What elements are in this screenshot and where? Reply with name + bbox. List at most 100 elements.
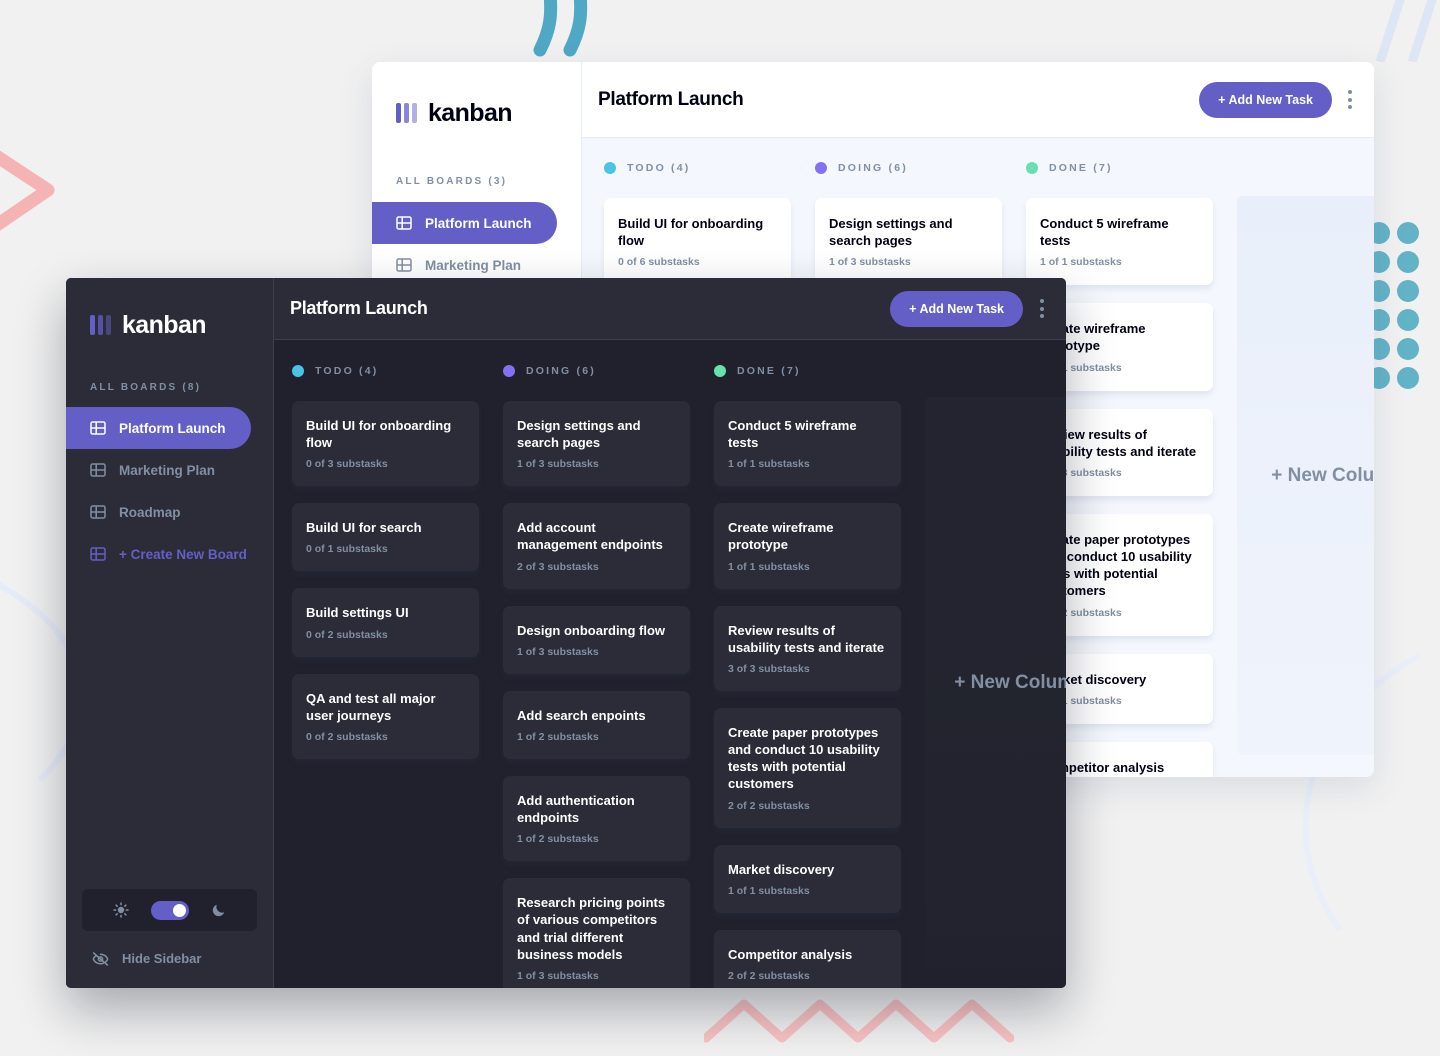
kanban-logo-icon (90, 315, 111, 335)
task-title: Create wireframe prototype (728, 520, 834, 553)
task-subtasks-count: 0 of 3 substasks (306, 458, 388, 471)
column-title: DOING (6) (838, 162, 908, 174)
column-status-dot (815, 162, 827, 174)
sidebar-item-label: Marketing Plan (119, 462, 216, 478)
task-card[interactable]: Research pricing points of various compe… (503, 878, 690, 988)
task-card[interactable]: Create paper prototypes and conduct 10 u… (714, 707, 901, 828)
column-doing: DOING (6) Design settings and search page… (503, 363, 690, 988)
light-add-new-task-button[interactable]: + Add New Task (1199, 81, 1332, 118)
sidebar-item-label: Platform Launch (119, 420, 226, 436)
task-card[interactable]: Conduct 5 wireframe tests 1 of 1 substask… (1026, 198, 1213, 286)
light-all-boards-label: ALL BOARDS (3) (396, 176, 508, 187)
task-subtasks-count: 0 of 1 substasks (306, 543, 388, 556)
theme-toggle-switch[interactable] (150, 900, 189, 920)
dark-theme-app-window: kanban ALL BOARDS (8) Platform Launch Mar… (66, 278, 1066, 988)
task-subtasks-count: 1 of 2 substasks (517, 833, 599, 846)
column-title: TODO (4) (315, 365, 379, 377)
task-card[interactable]: Add authentication endpoints 1 of 2 subst… (503, 775, 690, 862)
dark-all-boards-label: ALL BOARDS (8) (90, 382, 202, 393)
column-header: DONE (7) (714, 363, 901, 379)
task-card[interactable]: Add account management endpoints 2 of 3 s… (503, 503, 690, 589)
column-title: DOING (6) (526, 365, 596, 377)
decoration-dot (1397, 367, 1419, 389)
hide-sidebar-button[interactable]: Hide Sidebar (82, 951, 257, 966)
task-card[interactable]: Design settings and search pages 1 of 3 s… (815, 198, 1002, 286)
task-title: Build UI for onboarding flow (618, 216, 764, 249)
task-card[interactable]: QA and test all major user journeys 0 of … (292, 673, 479, 759)
light-kebab-menu-icon[interactable] (1348, 90, 1352, 109)
task-title: Research pricing points of various compe… (517, 895, 666, 962)
zigzag-decoration (704, 999, 1014, 1043)
task-card[interactable]: Build UI for onboarding flow 0 of 6 subst… (604, 198, 791, 286)
task-card[interactable]: Build UI for search 0 of 1 substasks (292, 503, 479, 572)
task-subtasks-count: 0 of 2 substasks (306, 628, 388, 641)
column-todo: TODO (4) Build UI for onboarding flow 0 of… (292, 363, 479, 988)
board-icon (90, 505, 106, 519)
task-title: Review results of usability tests and it… (728, 622, 885, 655)
sidebar-item-platform-launch[interactable]: Platform Launch (372, 202, 557, 244)
task-title: Conduct 5 wireframe tests (1040, 216, 1169, 249)
dark-sidebar-footer: Hide Sidebar (66, 889, 273, 988)
task-title: Competitor analysis (728, 946, 853, 962)
dark-add-new-task-button[interactable]: + Add New Task (890, 290, 1023, 327)
column-title: DONE (7) (1049, 162, 1113, 174)
task-subtasks-count: 1 of 2 substasks (517, 730, 599, 743)
diagonal-slash-decoration (1375, 0, 1437, 62)
task-title: Design settings and search pages (829, 216, 953, 249)
column-header: DOING (6) (503, 363, 690, 379)
task-subtasks-count: 3 of 3 substasks (728, 662, 810, 675)
sidebar-item-roadmap[interactable]: Roadmap (66, 491, 251, 533)
task-subtasks-count: 0 of 2 substasks (306, 730, 388, 743)
task-card[interactable]: Competitor analysis 2 of 2 substasks (714, 929, 901, 988)
task-subtasks-count: 2 of 3 substasks (517, 560, 599, 573)
sidebar-item-label: Marketing Plan (425, 257, 522, 273)
sidebar-item-create-new-board[interactable]: + Create New Board (66, 533, 251, 575)
task-title: Build UI for search (306, 520, 422, 536)
dark-kebab-menu-icon[interactable] (1040, 299, 1044, 318)
task-title: Create paper prototypes and conduct 10 u… (728, 724, 880, 792)
column-header: DONE (7) (1026, 160, 1213, 176)
sidebar-item-marketing-plan[interactable]: Marketing Plan (66, 449, 251, 491)
task-card[interactable]: Build UI for onboarding flow 0 of 3 subst… (292, 401, 479, 487)
decoration-dot (1397, 309, 1419, 331)
kanban-logo-icon (396, 103, 417, 123)
logo-wordmark: kanban (428, 98, 513, 127)
sidebar-item-label: Roadmap (119, 504, 181, 520)
task-title: Add authentication endpoints (517, 792, 635, 826)
task-card[interactable]: Review results of usability tests and it… (714, 605, 901, 691)
new-column-button[interactable]: + New Column (925, 397, 1066, 968)
task-card[interactable]: Design onboarding flow 1 of 3 substasks (503, 605, 690, 674)
dark-sidebar: kanban ALL BOARDS (8) Platform Launch Mar… (66, 278, 274, 988)
task-subtasks-count: 0 of 6 substasks (618, 256, 700, 269)
theme-toggle-group[interactable] (82, 889, 257, 931)
task-title: Build UI for onboarding flow (306, 418, 452, 451)
dark-board-list: Platform Launch Marketing Plan Roadmap + Cr… (66, 407, 273, 575)
task-subtasks-count: 1 of 1 substasks (1040, 256, 1122, 269)
task-title: QA and test all major user journeys (306, 690, 436, 723)
task-subtasks-count: 1 of 1 substasks (728, 884, 810, 897)
new-column-button[interactable]: + New Column (1237, 196, 1374, 755)
board-icon (396, 216, 412, 230)
column-status-dot (714, 365, 726, 377)
logo-wordmark: kanban (122, 310, 207, 339)
moon-icon[interactable] (211, 902, 227, 918)
column-title: TODO (4) (627, 162, 691, 174)
task-title: Design onboarding flow (517, 622, 666, 638)
task-card[interactable]: Create wireframe prototype 1 of 1 substas… (714, 503, 901, 589)
decoration-dot (1397, 338, 1419, 360)
task-subtasks-count: 1 of 3 substasks (517, 458, 599, 471)
eye-slash-icon (92, 951, 109, 966)
task-subtasks-count: 1 of 1 substasks (728, 458, 810, 471)
sidebar-item-platform-launch[interactable]: Platform Launch (66, 407, 251, 449)
task-card[interactable]: Build settings UI 0 of 2 substasks (292, 588, 479, 657)
task-card[interactable]: Design settings and search pages 1 of 3 s… (503, 401, 690, 487)
decoration-dot (1397, 251, 1419, 273)
column-title: DONE (7) (737, 365, 801, 377)
task-card[interactable]: Add search enpoints 1 of 2 substasks (503, 690, 690, 759)
decoration-dot (1397, 222, 1419, 244)
task-subtasks-count: 1 of 3 substasks (829, 256, 911, 269)
task-card[interactable]: Conduct 5 wireframe tests 1 of 1 substask… (714, 401, 901, 487)
task-card[interactable]: Market discovery 1 of 1 substasks (714, 844, 901, 913)
decoration-dot (1397, 280, 1419, 302)
sun-icon[interactable] (112, 902, 129, 918)
